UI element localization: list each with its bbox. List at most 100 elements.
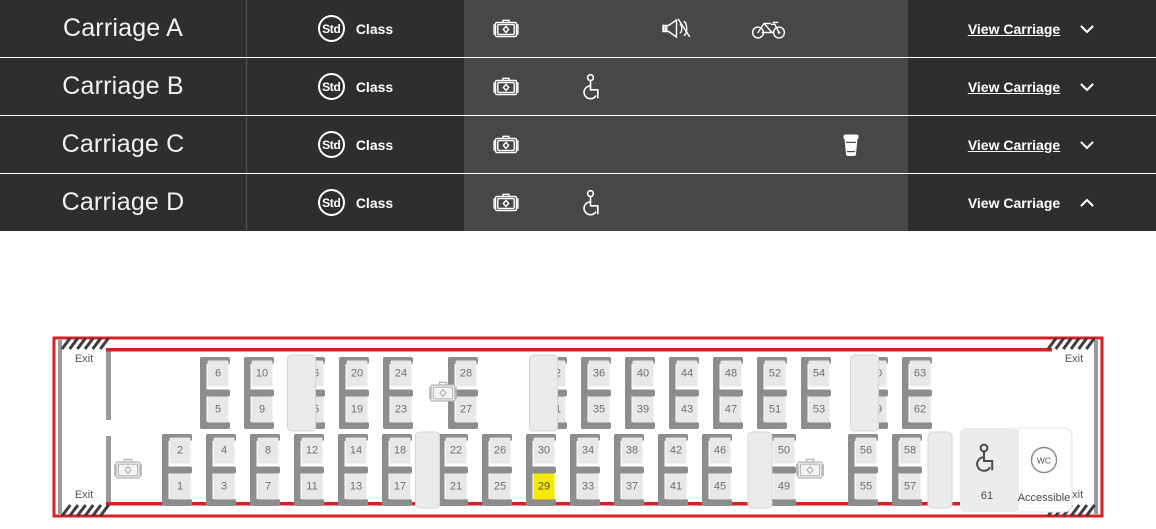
carriage-action-b[interactable]: View Carriage bbox=[908, 58, 1156, 115]
seat-pair[interactable]: 22 21 bbox=[438, 434, 468, 506]
seat-number[interactable]: 52 bbox=[769, 368, 781, 380]
seat-number[interactable]: 23 bbox=[395, 404, 407, 416]
seat-number[interactable]: 38 bbox=[626, 445, 638, 457]
seat-number[interactable]: 33 bbox=[582, 481, 594, 493]
seat-number[interactable]: 58 bbox=[904, 445, 916, 457]
seat-number[interactable]: 56 bbox=[860, 445, 872, 457]
seat-pair[interactable]: 58 57 bbox=[892, 434, 922, 506]
seat-pair[interactable]: 38 37 bbox=[614, 434, 644, 506]
seat-number[interactable]: 44 bbox=[681, 368, 693, 380]
carriage-row-d[interactable]: Carriage D Std Class View Carriage bbox=[0, 174, 1156, 231]
chevron-down-icon[interactable] bbox=[1078, 136, 1096, 154]
seat-pair[interactable]: 42 41 bbox=[658, 434, 688, 506]
seat-number[interactable]: 22 bbox=[450, 445, 462, 457]
seat-number[interactable]: 25 bbox=[494, 481, 506, 493]
seat-pair[interactable]: 40 39 bbox=[625, 357, 655, 429]
seat-number[interactable]: 54 bbox=[813, 368, 825, 380]
seat-number[interactable]: 42 bbox=[670, 445, 682, 457]
seat-number[interactable]: 35 bbox=[593, 404, 605, 416]
carriage-action-c[interactable]: View Carriage bbox=[908, 116, 1156, 173]
seat-pair[interactable]: 24 23 bbox=[383, 357, 413, 429]
seat-pair[interactable]: 43 bbox=[206, 434, 236, 506]
seat-number[interactable]: 2 bbox=[177, 445, 183, 457]
seat-number[interactable]: 55 bbox=[860, 481, 872, 493]
seat-number[interactable]: 57 bbox=[904, 481, 916, 493]
accessible-seat-number[interactable]: 61 bbox=[981, 490, 993, 502]
seat-pair[interactable]: 2019 bbox=[339, 357, 369, 429]
seat-number[interactable]: 21 bbox=[450, 481, 462, 493]
seat-number[interactable]: 26 bbox=[494, 445, 506, 457]
seat-number[interactable]: 19 bbox=[351, 404, 363, 416]
carriage-row-a[interactable]: Carriage A Std Class View Carriage bbox=[0, 0, 1156, 57]
seat-number[interactable]: 53 bbox=[813, 404, 825, 416]
seat-pair[interactable]: 52 51 bbox=[757, 357, 787, 429]
seat-number[interactable]: 27 bbox=[460, 404, 472, 416]
seat-pair[interactable]: 14 13 bbox=[338, 434, 368, 506]
seat-pair[interactable]: 21 bbox=[162, 434, 192, 506]
seat-number[interactable]: 12 bbox=[306, 445, 318, 457]
seat-pair[interactable]: 1817 bbox=[382, 434, 412, 506]
seat-pair[interactable]: 12 11 bbox=[294, 434, 324, 506]
seat-number[interactable]: 48 bbox=[725, 368, 737, 380]
chevron-down-icon[interactable] bbox=[1078, 20, 1096, 38]
seat-number[interactable]: 5 bbox=[215, 404, 221, 416]
seat-number[interactable]: 62 bbox=[914, 404, 926, 416]
seat-number[interactable]: 29 bbox=[538, 481, 550, 493]
chevron-down-icon[interactable] bbox=[1078, 78, 1096, 96]
carriage-action-a[interactable]: View Carriage bbox=[908, 0, 1156, 57]
seat-pair[interactable]: 26 25 bbox=[482, 434, 512, 506]
seat-number[interactable]: 36 bbox=[593, 368, 605, 380]
seat-number[interactable]: 43 bbox=[681, 404, 693, 416]
seat-pair[interactable]: 44 43 bbox=[669, 357, 699, 429]
seat-map-svg[interactable]: ExitExitExitExit651091615201924232827323… bbox=[48, 332, 1108, 522]
carriage-row-c[interactable]: Carriage C Std Class View Carriage bbox=[0, 116, 1156, 173]
seat-pair[interactable]: 54 53 bbox=[801, 357, 831, 429]
seat-pair[interactable]: 56 55 bbox=[848, 434, 878, 506]
seat-pair[interactable]: 63 62 bbox=[902, 357, 932, 429]
seat-pair[interactable]: 65 bbox=[200, 357, 230, 429]
seat-pair[interactable]: 34 33 bbox=[570, 434, 600, 506]
seat-number[interactable]: 46 bbox=[714, 445, 726, 457]
seat-pair[interactable]: 46 45 bbox=[702, 434, 732, 506]
seat-number[interactable]: 20 bbox=[351, 368, 363, 380]
seat-number[interactable]: 14 bbox=[350, 445, 362, 457]
seat-number[interactable]: 1 bbox=[177, 481, 183, 493]
seat-pair[interactable]: 10 9 bbox=[244, 357, 274, 429]
seat-number[interactable]: 3 bbox=[221, 481, 227, 493]
seat-pair[interactable]: 36 35 bbox=[581, 357, 611, 429]
seat-number[interactable]: 51 bbox=[769, 404, 781, 416]
seat-number[interactable]: 17 bbox=[394, 481, 406, 493]
seat-number[interactable]: 45 bbox=[714, 481, 726, 493]
view-carriage-link-b[interactable]: View Carriage bbox=[968, 79, 1060, 95]
seat-number[interactable]: 39 bbox=[637, 404, 649, 416]
seat-number[interactable]: 41 bbox=[670, 481, 682, 493]
seat-number[interactable]: 13 bbox=[350, 481, 362, 493]
seat-number[interactable]: 6 bbox=[215, 368, 221, 380]
seat-number[interactable]: 18 bbox=[394, 445, 406, 457]
view-carriage-link-a[interactable]: View Carriage bbox=[968, 21, 1060, 37]
carriage-seat-map[interactable]: ExitExitExitExit651091615201924232827323… bbox=[48, 332, 1108, 522]
carriage-row-b[interactable]: Carriage B Std Class View Carriage bbox=[0, 58, 1156, 115]
seat-number[interactable]: 49 bbox=[778, 481, 790, 493]
carriage-action-d[interactable]: View Carriage bbox=[908, 174, 1156, 231]
seat-number[interactable]: 24 bbox=[395, 368, 407, 380]
seat-pair[interactable]: 30 29 bbox=[526, 434, 556, 506]
seat-number[interactable]: 30 bbox=[538, 445, 550, 457]
seat-number[interactable]: 8 bbox=[265, 445, 271, 457]
seat-number[interactable]: 40 bbox=[637, 368, 649, 380]
seat-number[interactable]: 7 bbox=[265, 481, 271, 493]
seat-pair[interactable]: 48 47 bbox=[713, 357, 743, 429]
seat-number[interactable]: 63 bbox=[914, 368, 926, 380]
seat-number[interactable]: 47 bbox=[725, 404, 737, 416]
seat-number[interactable]: 4 bbox=[221, 445, 227, 457]
view-carriage-link-d[interactable]: View Carriage bbox=[968, 195, 1060, 211]
seat-number[interactable]: 28 bbox=[460, 368, 472, 380]
seat-number[interactable]: 34 bbox=[582, 445, 594, 457]
seat-number[interactable]: 50 bbox=[778, 445, 790, 457]
chevron-up-icon[interactable] bbox=[1078, 194, 1096, 212]
seat-number[interactable]: 9 bbox=[259, 404, 265, 416]
view-carriage-link-c[interactable]: View Carriage bbox=[968, 137, 1060, 153]
seat-number[interactable]: 10 bbox=[256, 368, 268, 380]
seat-pair[interactable]: 87 bbox=[250, 434, 280, 506]
seat-number[interactable]: 37 bbox=[626, 481, 638, 493]
